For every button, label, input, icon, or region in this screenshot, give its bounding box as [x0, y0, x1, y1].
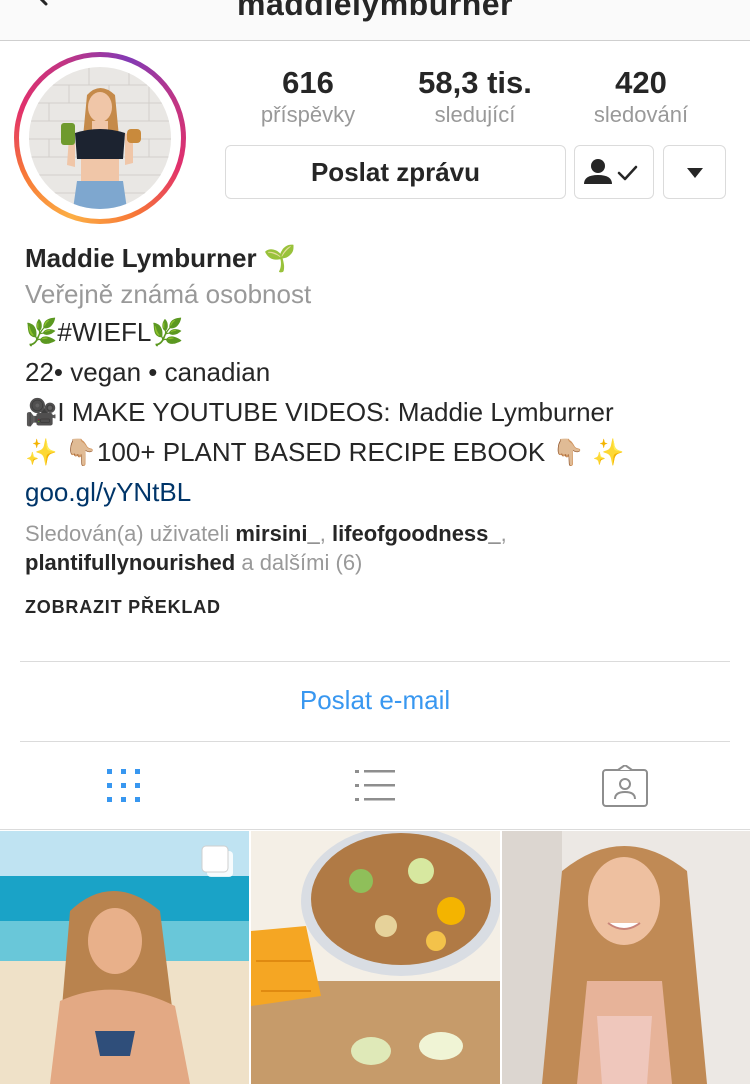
divider	[20, 661, 730, 662]
following-status-button[interactable]	[574, 145, 654, 199]
send-message-button[interactable]: Poslat zprávu	[225, 145, 566, 199]
top-bar: maddielymburner	[0, 0, 750, 41]
follower-user[interactable]: mirsini_	[235, 521, 319, 546]
stat-following[interactable]: 420 sledování	[561, 64, 721, 128]
bio-line-4: ✨ 👇🏼100+ PLANT BASED RECIPE EBOOK 👇🏼 ✨	[25, 437, 625, 467]
posts-label: příspěvky	[260, 102, 356, 127]
portrait-photo	[502, 831, 750, 1084]
following-label: sledování	[593, 102, 689, 127]
bio-line-1: 🌿#WIEFL🌿	[25, 317, 184, 347]
profile-category: Veřejně známá osobnost	[25, 279, 312, 309]
divider	[20, 741, 730, 742]
send-email-button[interactable]: Poslat e-mail	[0, 685, 750, 716]
followers-count: 58,3 tis.	[418, 65, 532, 100]
tagged-icon[interactable]	[600, 765, 650, 809]
bio-line-3: 🎥I MAKE YOUTUBE VIDEOS: Maddie Lymburner	[25, 397, 614, 427]
chevron-down-icon	[687, 168, 703, 178]
separator: ,	[319, 521, 332, 546]
stat-posts: 616 příspěvky	[228, 64, 388, 128]
followed-by-text[interactable]: Sledován(a) uživateli mirsini_, lifeofgo…	[25, 519, 725, 577]
avatar	[29, 67, 171, 209]
posts-count: 616	[282, 65, 334, 100]
profile-full-name: Maddie Lymburner 🌱	[25, 243, 297, 273]
avatar-story-ring[interactable]	[14, 52, 186, 224]
profile-username: maddielymburner	[236, 0, 513, 22]
follower-user[interactable]: lifeofgoodness_	[332, 521, 501, 546]
following-count: 420	[615, 65, 667, 100]
followed-by-suffix: a dalšími (6)	[235, 550, 363, 575]
more-options-button[interactable]	[663, 145, 726, 199]
bio-link[interactable]: goo.gl/yYNtBL	[25, 477, 725, 507]
person-check-icon	[584, 159, 638, 184]
list-icon[interactable]	[350, 765, 400, 809]
separator: ,	[500, 521, 507, 546]
divider	[0, 829, 750, 830]
food-bowl-photo	[251, 831, 500, 1084]
followers-label: sledující	[434, 102, 516, 127]
follower-user[interactable]: plantifullynourished	[25, 550, 235, 575]
show-translation-button[interactable]: ZOBRAZIT PŘEKLAD	[25, 597, 221, 618]
post-thumbnail[interactable]	[0, 831, 249, 1084]
post-thumbnail[interactable]	[502, 831, 750, 1084]
multiple-photos-icon	[201, 845, 233, 877]
post-thumbnail[interactable]	[251, 831, 500, 1084]
bio-line-2: 22• vegan • canadian	[25, 357, 271, 387]
grid-icon[interactable]	[99, 765, 149, 809]
stat-followers[interactable]: 58,3 tis. sledující	[395, 64, 555, 128]
followed-by-prefix: Sledován(a) uživateli	[25, 521, 236, 546]
